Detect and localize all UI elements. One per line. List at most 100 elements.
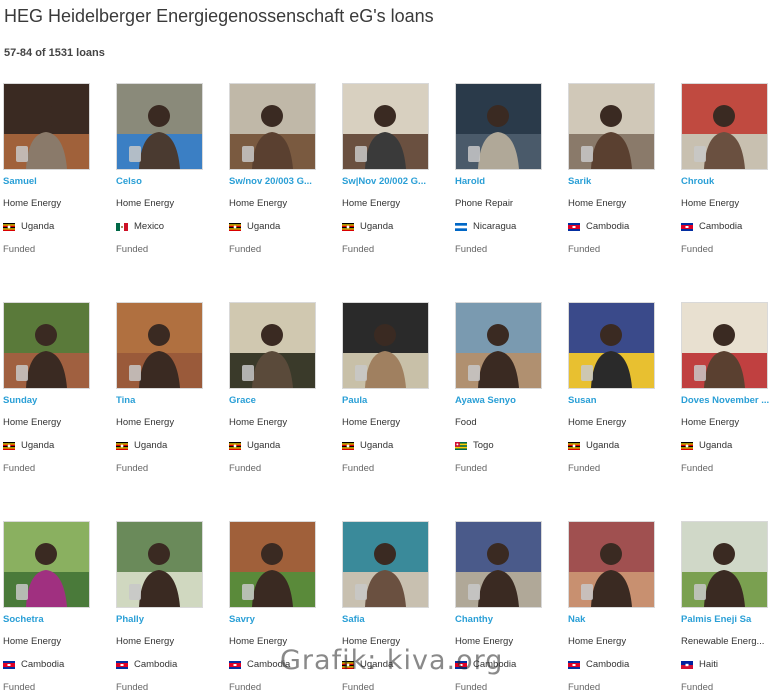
country-name: Uganda <box>247 440 281 451</box>
country-name: Uganda <box>21 440 55 451</box>
country-name: Uganda <box>134 440 168 451</box>
country-name: Cambodia <box>473 659 517 670</box>
flag-uganda-icon <box>3 222 15 231</box>
borrower-photo[interactable] <box>229 302 316 389</box>
loan-status: Funded <box>342 244 375 255</box>
loan-status: Funded <box>3 682 36 693</box>
borrower-name-link[interactable]: Chrouk <box>681 176 774 187</box>
loan-sector: Home Energy <box>681 417 740 428</box>
country-name: Cambodia <box>586 221 630 232</box>
flag-uganda-icon <box>342 660 354 669</box>
loan-sector: Home Energy <box>116 636 175 647</box>
borrower-name-link[interactable]: Phally <box>116 614 212 625</box>
borrower-name-link[interactable]: Savry <box>229 614 325 625</box>
loan-status: Funded <box>3 463 36 474</box>
loan-sector: Home Energy <box>229 417 288 428</box>
borrower-name-link[interactable]: Grace <box>229 395 325 406</box>
loan-sector: Home Energy <box>568 417 627 428</box>
flag-uganda-icon <box>3 441 15 450</box>
borrower-photo[interactable] <box>681 302 768 389</box>
borrower-photo[interactable] <box>455 302 542 389</box>
borrower-photo[interactable] <box>681 83 768 170</box>
loan-status: Funded <box>229 244 262 255</box>
flag-cambodia-icon <box>455 660 467 669</box>
loan-sector: Home Energy <box>116 198 175 209</box>
loan-sector: Home Energy <box>681 198 740 209</box>
borrower-name-link[interactable]: Susan <box>568 395 664 406</box>
flag-uganda-icon <box>116 441 128 450</box>
loan-country: Uganda <box>3 221 54 232</box>
loan-card: Susan Home Energy Uganda Funded <box>568 302 668 474</box>
loan-status: Funded <box>681 682 714 693</box>
borrower-name-link[interactable]: Palmis Eneji Sa <box>681 614 774 625</box>
borrower-photo[interactable] <box>568 521 655 608</box>
loan-sector: Home Energy <box>3 198 62 209</box>
loan-country: Uganda <box>342 659 393 670</box>
borrower-photo[interactable] <box>568 302 655 389</box>
country-name: Cambodia <box>21 659 65 670</box>
borrower-photo[interactable] <box>116 83 203 170</box>
borrower-photo[interactable] <box>3 521 90 608</box>
loan-sector: Home Energy <box>342 417 401 428</box>
loan-status: Funded <box>568 682 601 693</box>
loan-sector: Food <box>455 417 477 428</box>
loan-country: Cambodia <box>3 659 64 670</box>
borrower-name-link[interactable]: Sw/nov 20/003 G... <box>229 176 325 187</box>
borrower-name-link[interactable]: Tina <box>116 395 212 406</box>
loan-country: Uganda <box>681 440 732 451</box>
country-name: Uganda <box>699 440 733 451</box>
flag-mexico-icon <box>116 222 128 231</box>
borrower-name-link[interactable]: Sochetra <box>3 614 99 625</box>
borrower-photo[interactable] <box>3 302 90 389</box>
borrower-photo[interactable] <box>342 83 429 170</box>
borrower-photo[interactable] <box>229 83 316 170</box>
borrower-photo[interactable] <box>681 521 768 608</box>
loan-card: Chanthy Home Energy Cambodia Funded <box>455 521 555 693</box>
borrower-photo[interactable] <box>455 521 542 608</box>
loan-card: Paula Home Energy Uganda Funded <box>342 302 442 474</box>
borrower-name-link[interactable]: Nak <box>568 614 664 625</box>
loan-card: Tina Home Energy Uganda Funded <box>116 302 216 474</box>
borrower-photo[interactable] <box>3 83 90 170</box>
borrower-photo[interactable] <box>229 521 316 608</box>
borrower-name-link[interactable]: Sunday <box>3 395 99 406</box>
borrower-photo[interactable] <box>455 83 542 170</box>
borrower-photo[interactable] <box>342 302 429 389</box>
loan-card: Sw|Nov 20/002 G... Home Energy Uganda Funde… <box>342 83 442 255</box>
borrower-name-link[interactable]: Safia <box>342 614 438 625</box>
borrower-name-link[interactable]: Sw|Nov 20/002 G... <box>342 176 438 187</box>
loan-card: Palmis Eneji Sa Renewable Energ... Haiti Fu… <box>681 521 774 693</box>
borrower-name-link[interactable]: Chanthy <box>455 614 551 625</box>
loan-country: Togo <box>455 440 494 451</box>
borrower-name-link[interactable]: Ayawa Senyo <box>455 395 551 406</box>
borrower-photo[interactable] <box>568 83 655 170</box>
flag-togo-icon <box>455 441 467 450</box>
loan-status: Funded <box>455 244 488 255</box>
flag-cambodia-icon <box>568 660 580 669</box>
borrower-photo[interactable] <box>342 521 429 608</box>
borrower-name-link[interactable]: Samuel <box>3 176 99 187</box>
loan-status: Funded <box>568 463 601 474</box>
loan-card: Sunday Home Energy Uganda Funded <box>3 302 103 474</box>
country-name: Cambodia <box>134 659 178 670</box>
borrower-name-link[interactable]: Harold <box>455 176 551 187</box>
loan-sector: Phone Repair <box>455 198 514 209</box>
loan-sector: Home Energy <box>568 198 627 209</box>
loan-status: Funded <box>229 682 262 693</box>
loan-country: Mexico <box>116 221 164 232</box>
borrower-name-link[interactable]: Doves November ... <box>681 395 774 406</box>
loan-country: Uganda <box>3 440 54 451</box>
borrower-photo[interactable] <box>116 302 203 389</box>
borrower-name-link[interactable]: Sarik <box>568 176 664 187</box>
country-name: Cambodia <box>247 659 291 670</box>
borrower-name-link[interactable]: Paula <box>342 395 438 406</box>
loan-card: Chrouk Home Energy Cambodia Funded <box>681 83 774 255</box>
loan-sector: Home Energy <box>342 636 401 647</box>
borrower-photo[interactable] <box>116 521 203 608</box>
loan-country: Uganda <box>229 440 280 451</box>
flag-cambodia-icon <box>116 660 128 669</box>
borrower-name-link[interactable]: Celso <box>116 176 212 187</box>
loan-country: Uganda <box>342 440 393 451</box>
country-name: Uganda <box>360 221 394 232</box>
loan-card: Samuel Home Energy Uganda Funded <box>3 83 103 255</box>
